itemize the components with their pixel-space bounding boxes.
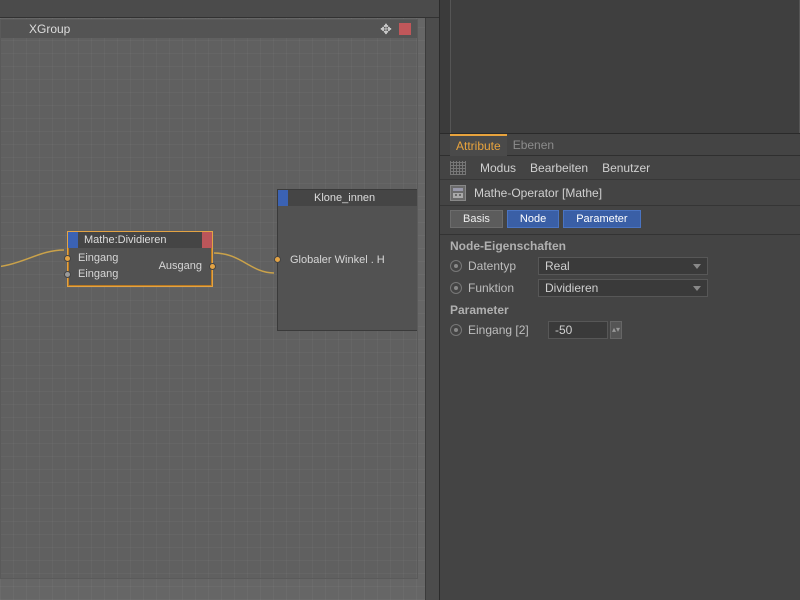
- xgroup-canvas[interactable]: Mathe:Dividieren Eingang Eingang: [1, 38, 417, 578]
- vertical-scrollbar[interactable]: [425, 18, 439, 600]
- group-output-indicator: [399, 23, 411, 35]
- dropdown-datentyp[interactable]: Real: [538, 257, 708, 275]
- dropdown-funktion[interactable]: Dividieren: [538, 279, 708, 297]
- label-eingang2: Eingang [2]: [468, 323, 542, 337]
- port-dot-icon[interactable]: [274, 256, 281, 263]
- anim-toggle-datentyp[interactable]: [450, 260, 462, 272]
- node-title: Mathe:Dividieren: [84, 234, 167, 246]
- node-title-bar[interactable]: Klone_innen: [278, 190, 417, 206]
- node-input-indicator: [278, 190, 288, 206]
- section-parameter: Parameter: [440, 299, 800, 319]
- node-title-bar[interactable]: Mathe:Dividieren: [68, 232, 212, 248]
- calculator-icon: [450, 185, 466, 201]
- node-output-indicator: [202, 232, 212, 248]
- anim-toggle-eingang2[interactable]: [450, 324, 462, 336]
- label-datentyp: Datentyp: [468, 259, 532, 273]
- menu-bearbeiten[interactable]: Bearbeiten: [530, 161, 588, 175]
- xgroup-title-bar[interactable]: XGroup ✥: [1, 20, 417, 38]
- node-klone-innen[interactable]: Klone_innen Globaler Winkel . H: [277, 189, 417, 331]
- port-dot-icon[interactable]: [209, 263, 216, 270]
- panel-tabs: Attribute Ebenen: [440, 134, 800, 156]
- chip-basis[interactable]: Basis: [450, 210, 503, 228]
- numeric-eingang2-value[interactable]: -50: [548, 321, 608, 339]
- numeric-eingang2[interactable]: -50 ▴▾: [548, 321, 622, 339]
- row-eingang-2: Eingang [2] -50 ▴▾: [440, 319, 800, 341]
- node-editor[interactable]: XGroup ✥ Mathe:Dividieren: [0, 0, 440, 600]
- attribute-menu-bar: Modus Bearbeiten Benutzer: [440, 156, 800, 180]
- port-globaler-winkel-h[interactable]: Globaler Winkel . H: [278, 206, 417, 314]
- app-root: XGroup ✥ Mathe:Dividieren: [0, 0, 800, 600]
- port-dot-icon[interactable]: [64, 271, 71, 278]
- preview-panel: [440, 0, 800, 134]
- node-title: Klone_innen: [294, 192, 375, 204]
- spinner-eingang2[interactable]: ▴▾: [610, 321, 622, 339]
- tab-ebenen[interactable]: Ebenen: [507, 134, 560, 156]
- object-header: Mathe-Operator [Mathe]: [440, 180, 800, 206]
- side-area: Attribute Ebenen Modus Bearbeiten Benutz…: [440, 0, 800, 600]
- node-input-indicator: [68, 232, 78, 248]
- xgroup-title: XGroup: [1, 22, 70, 36]
- port-eingang-1[interactable]: Eingang: [68, 250, 140, 266]
- chevron-down-icon: [693, 264, 701, 269]
- section-node-eigenschaften: Node-Eigenschaften: [440, 235, 800, 255]
- menu-modus[interactable]: Modus: [480, 161, 516, 175]
- chevron-down-icon: [693, 286, 701, 291]
- port-ausgang[interactable]: Ausgang: [140, 250, 212, 282]
- row-datentyp: Datentyp Real: [440, 255, 800, 277]
- port-dot-icon[interactable]: [64, 255, 71, 262]
- chip-node[interactable]: Node: [507, 210, 559, 228]
- tab-attribute[interactable]: Attribute: [450, 134, 507, 156]
- pref-icon[interactable]: [450, 161, 466, 175]
- menu-benutzer[interactable]: Benutzer: [602, 161, 650, 175]
- property-tabs: Basis Node Parameter: [440, 206, 800, 235]
- editor-top-strip: [0, 0, 439, 18]
- object-label: Mathe-Operator [Mathe]: [474, 186, 602, 200]
- chip-parameter[interactable]: Parameter: [563, 210, 640, 228]
- port-eingang-2[interactable]: Eingang: [68, 266, 140, 282]
- xgroup-frame[interactable]: XGroup ✥ Mathe:Dividieren: [0, 19, 418, 579]
- row-funktion: Funktion Dividieren: [440, 277, 800, 299]
- anim-toggle-funktion[interactable]: [450, 282, 462, 294]
- move-icon[interactable]: ✥: [379, 22, 393, 36]
- label-funktion: Funktion: [468, 281, 532, 295]
- attribute-manager: Attribute Ebenen Modus Bearbeiten Benutz…: [440, 134, 800, 600]
- node-math-dividieren[interactable]: Mathe:Dividieren Eingang Eingang: [67, 231, 213, 287]
